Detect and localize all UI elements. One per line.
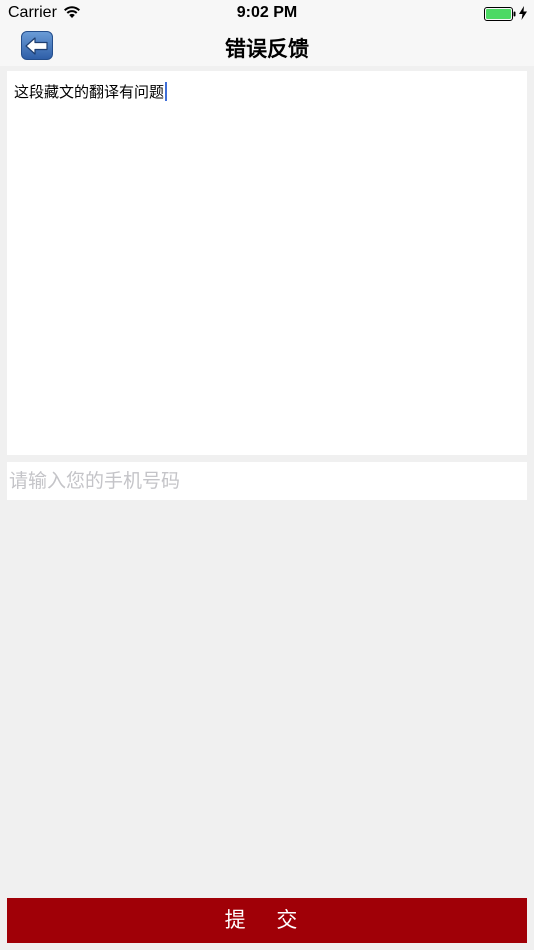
top-bar: Carrier 9:02 PM 错误反馈 (0, 0, 534, 66)
phone-field[interactable] (7, 462, 527, 500)
battery-icon (484, 7, 516, 21)
phone-input[interactable] (7, 462, 527, 500)
text-cursor (165, 82, 168, 101)
feedback-textarea[interactable]: 这段藏文的翻译有问题 (7, 71, 527, 455)
feedback-text-value: 这段藏文的翻译有问题 (14, 83, 165, 101)
feedback-text-line: 这段藏文的翻译有问题 (14, 81, 168, 102)
status-time: 9:02 PM (236, 4, 298, 21)
feedback-screen: Carrier 9:02 PM 错误反馈 这段藏文的翻译有问题 请输入您的手机号… (0, 0, 534, 950)
charging-bolt-icon (519, 6, 527, 20)
submit-button[interactable]: 提 交 (7, 898, 527, 943)
status-bar: Carrier 9:02 PM (0, 0, 534, 28)
page-title: 错误反馈 (225, 37, 309, 61)
